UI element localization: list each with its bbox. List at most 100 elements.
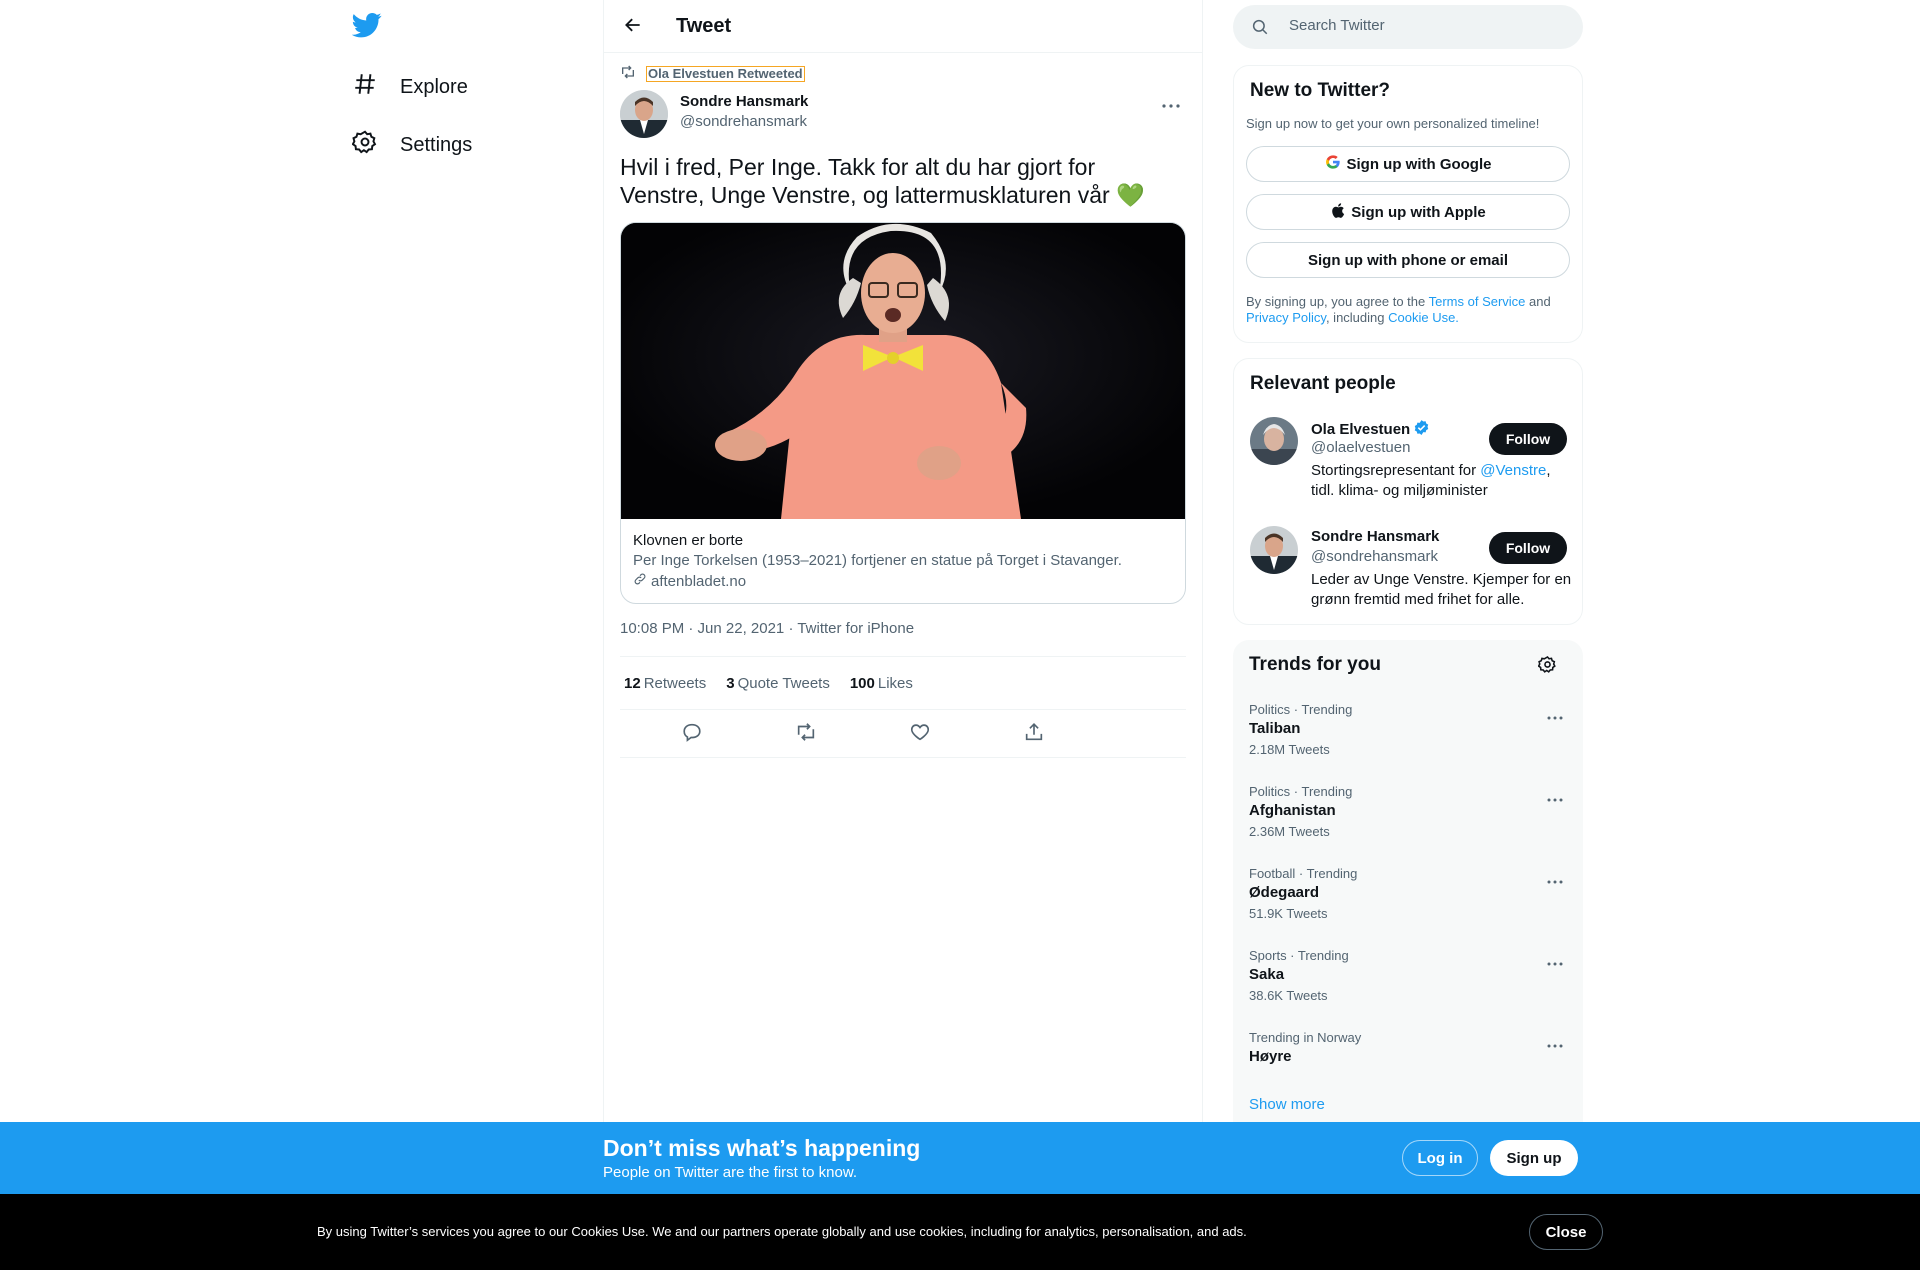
follow-button[interactable]: Follow	[1489, 423, 1567, 455]
person-row[interactable]: Sondre Hansmark @sondrehansmark Follow L…	[1234, 526, 1584, 622]
bio-text-1: Stortingsrepresentant for	[1311, 462, 1481, 479]
share-button[interactable]	[1022, 722, 1046, 746]
more-dots-icon	[1162, 95, 1180, 113]
trend-item[interactable]: Politics · Trending Taliban 2.18M Tweets	[1233, 702, 1583, 784]
nav-settings[interactable]: Settings	[351, 120, 472, 170]
trends-panel: Trends for you Politics · Trending Talib…	[1233, 640, 1583, 1122]
trend-item[interactable]: Trending in Norway Høyre	[1233, 1030, 1583, 1080]
author-avatar[interactable]	[620, 90, 668, 138]
new-to-twitter-subtitle: Sign up now to get your own personalized…	[1246, 116, 1540, 131]
card-description: Per Inge Torkelsen (1953–2021) fortjener…	[633, 552, 1122, 569]
signup-button[interactable]: Sign up	[1490, 1140, 1578, 1176]
back-button[interactable]	[618, 12, 648, 42]
person-bio: Leder av Unge Venstre. Kjemper for en gr…	[1311, 571, 1572, 608]
retweets-count: 12	[624, 674, 641, 692]
terms-of-service-link[interactable]: Terms of Service	[1429, 294, 1526, 309]
trend-item[interactable]: Politics · Trending Afghanistan 2.36M Tw…	[1233, 784, 1583, 866]
signup-terms: By signing up, you agree to the Terms of…	[1246, 294, 1572, 326]
trend-more-button[interactable]	[1543, 1034, 1567, 1054]
more-dots-icon	[1547, 1035, 1563, 1053]
google-icon	[1325, 154, 1341, 174]
venstre-mention-link[interactable]: @Venstre	[1480, 462, 1546, 479]
trend-meta: Sports · Trending	[1249, 948, 1349, 963]
likes-stat[interactable]: 100 Likes	[850, 675, 913, 692]
card-title: Klovnen er borte	[633, 532, 744, 549]
login-button[interactable]: Log in	[1402, 1140, 1478, 1176]
retweet-icon	[620, 64, 636, 83]
person-name[interactable]: Ola Elvestuen	[1311, 419, 1430, 440]
tweet-more-button[interactable]	[1159, 92, 1183, 116]
tweet-body: Hvil i fred, Per Inge. Takk for alt du h…	[620, 154, 1110, 208]
new-to-twitter-title: New to Twitter?	[1250, 80, 1391, 101]
retweet-button[interactable]	[794, 722, 818, 746]
green-heart-emoji: 💚	[1116, 182, 1145, 208]
relevant-people-title: Relevant people	[1250, 373, 1396, 394]
signup-prompt-title: Don’t miss what’s happening	[603, 1135, 921, 1161]
trend-meta: Politics · Trending	[1249, 784, 1353, 799]
reply-button[interactable]	[680, 722, 704, 746]
signup-phone-button[interactable]: Sign up with phone or email	[1246, 242, 1570, 278]
card-image	[621, 223, 1185, 519]
retweets-stat[interactable]: 12 Retweets	[624, 675, 706, 692]
link-icon	[633, 572, 647, 590]
trend-name: Høyre	[1249, 1048, 1292, 1065]
verified-badge-icon	[1413, 419, 1430, 440]
tweet-actions	[620, 710, 1186, 758]
likes-count: 100	[849, 674, 875, 692]
author-name[interactable]: Sondre Hansmark	[680, 93, 808, 110]
person-name[interactable]: Sondre Hansmark	[1311, 528, 1439, 545]
trend-more-button[interactable]	[1543, 870, 1567, 890]
signup-apple-button[interactable]: Sign up with Apple	[1246, 194, 1570, 230]
card-domain: aftenbladet.no	[633, 572, 746, 590]
trend-meta: Politics · Trending	[1249, 702, 1353, 717]
trend-count: 2.18M Tweets	[1249, 742, 1330, 757]
signup-apple-label: Sign up with Apple	[1351, 203, 1486, 221]
trend-more-button[interactable]	[1543, 706, 1567, 726]
trend-count: 38.6K Tweets	[1249, 988, 1328, 1003]
signup-prompt-subtitle: People on Twitter are the first to know.	[603, 1164, 858, 1181]
trend-count: 51.9K Tweets	[1249, 906, 1328, 921]
search-box[interactable]	[1233, 5, 1583, 49]
more-dots-icon	[1547, 953, 1563, 971]
quotes-stat[interactable]: 3 Quote Tweets	[726, 675, 830, 692]
cookie-close-button[interactable]: Close	[1529, 1214, 1603, 1250]
retweets-label: Retweets	[643, 674, 707, 692]
signup-google-button[interactable]: Sign up with Google	[1246, 146, 1570, 182]
follow-button[interactable]: Follow	[1489, 532, 1567, 564]
terms-text-1: By signing up, you agree to the	[1246, 294, 1429, 309]
page-title: Tweet	[676, 15, 732, 37]
trend-item[interactable]: Football · Trending Ødegaard 51.9K Tweet…	[1233, 866, 1583, 948]
trends-settings-button[interactable]	[1535, 655, 1559, 679]
search-icon	[1251, 18, 1269, 41]
new-to-twitter-panel: New to Twitter? Sign up now to get your …	[1233, 65, 1583, 343]
search-input[interactable]	[1289, 17, 1549, 34]
card-domain-text: aftenbladet.no	[651, 572, 747, 590]
tweet-timestamp[interactable]: 10:08 PM · Jun 22, 2021 · Twitter for iP…	[620, 620, 914, 637]
cookie-use-link[interactable]: Cookie Use.	[1388, 310, 1459, 325]
link-card[interactable]: Klovnen er borte Per Inge Torkelsen (195…	[620, 222, 1186, 604]
person-handle: @olaelvestuen	[1311, 439, 1411, 456]
main-column: Tweet Ola Elvestuen Retweeted Sondre Han…	[603, 0, 1203, 1122]
person-row[interactable]: Ola Elvestuen @olaelvestuen Follow Stort…	[1234, 417, 1584, 513]
retweet-action-icon	[795, 721, 817, 748]
left-navigation: Explore Settings	[340, 0, 580, 1120]
person-avatar[interactable]	[1250, 417, 1298, 465]
author-handle[interactable]: @sondrehansmark	[680, 113, 807, 130]
more-dots-icon	[1547, 871, 1563, 889]
show-more-link[interactable]: Show more	[1249, 1096, 1325, 1113]
twitter-logo-icon[interactable]	[351, 10, 382, 40]
nav-explore-label: Explore	[400, 75, 468, 98]
trend-more-button[interactable]	[1543, 952, 1567, 972]
person-avatar[interactable]	[1250, 526, 1298, 574]
trends-title: Trends for you	[1249, 654, 1381, 675]
nav-explore[interactable]: Explore	[352, 62, 468, 112]
gear-icon	[1537, 655, 1557, 679]
privacy-policy-link[interactable]: Privacy Policy	[1246, 310, 1326, 325]
trend-count: 2.36M Tweets	[1249, 824, 1330, 839]
more-dots-icon	[1547, 707, 1563, 725]
more-dots-icon	[1547, 789, 1563, 807]
trend-item[interactable]: Sports · Trending Saka 38.6K Tweets	[1233, 948, 1583, 1030]
retweeter-link[interactable]: Ola Elvestuen Retweeted	[646, 65, 805, 82]
like-button[interactable]	[908, 722, 932, 746]
trend-more-button[interactable]	[1543, 788, 1567, 808]
